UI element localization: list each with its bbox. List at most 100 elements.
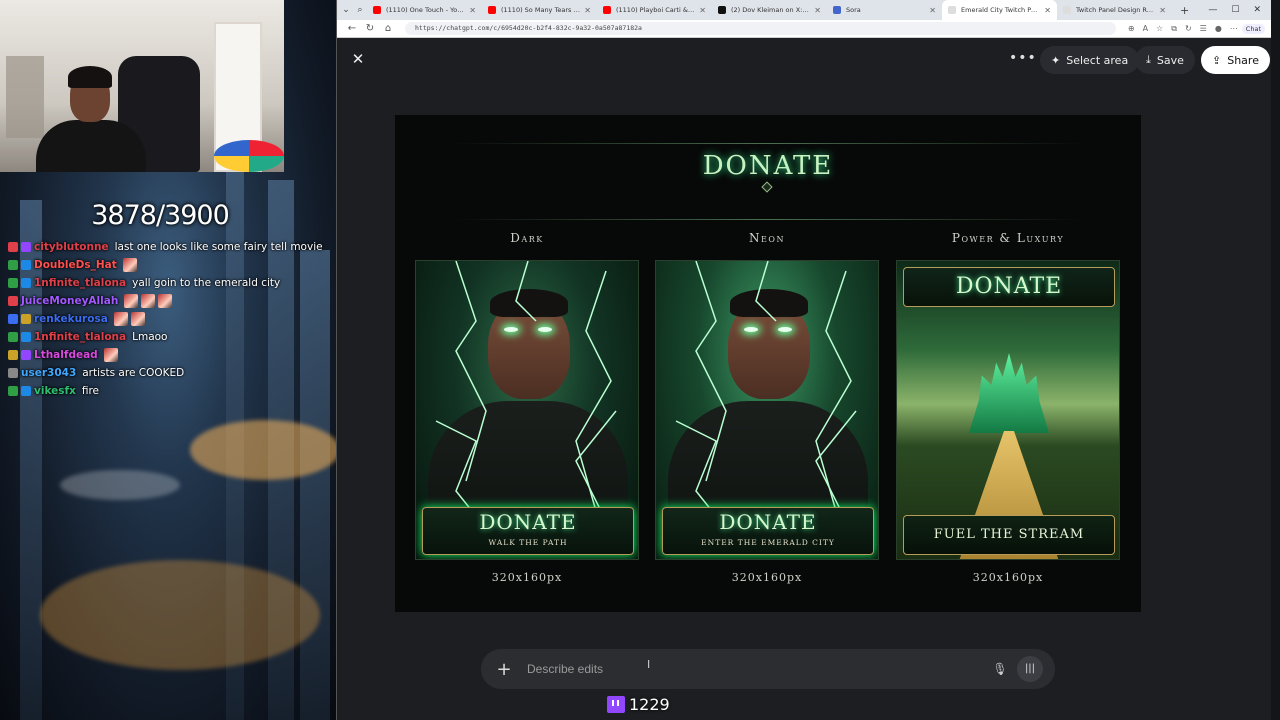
emote-icon	[113, 312, 128, 326]
download-icon: ⤓	[1146, 53, 1151, 66]
panel-preview-neon: DONATE ENTER THE EMERALD CITY	[655, 260, 879, 560]
tab-search-icon[interactable]: ⌕	[353, 5, 367, 15]
browser-tab[interactable]: (2) Dov Kleiman on X: "BREAKING ✕	[712, 0, 827, 20]
browser-tab[interactable]: (1110) One Touch - YouTube ✕	[367, 0, 482, 20]
save-button[interactable]: ⤓ Save	[1135, 46, 1195, 74]
zoom-icon[interactable]: ⊕	[1128, 24, 1135, 33]
collections-icon[interactable]: ☰	[1200, 24, 1207, 33]
tab-close-icon[interactable]: ✕	[584, 6, 591, 15]
tab-favicon-icon	[603, 6, 611, 14]
emote-icon	[158, 294, 173, 308]
chat-username[interactable]: JuiceMoneyAllah	[21, 292, 118, 310]
chat-badges	[8, 242, 31, 252]
chat-badges	[8, 260, 31, 270]
select-area-label: Select area	[1066, 53, 1129, 67]
prompt-bar: + 🎙 |||	[481, 649, 1055, 689]
maximize-icon[interactable]: ☐	[1231, 5, 1239, 15]
tab-favicon-icon	[718, 6, 726, 14]
city-light	[190, 420, 336, 480]
more-options-icon[interactable]: •••	[1009, 50, 1037, 66]
badge-icon	[8, 242, 18, 252]
image-editor: ✕ ••• ✦ Select area ⤓ Save ⇪ Share DONAT…	[337, 38, 1272, 720]
share-button[interactable]: ⇪ Share	[1201, 46, 1270, 74]
panel-dimensions: 320x160px	[972, 571, 1044, 584]
new-tab-button[interactable]: +	[1172, 4, 1197, 17]
tab-close-icon[interactable]: ✕	[929, 6, 936, 15]
badge-icon	[21, 242, 31, 252]
extensions-icon[interactable]: ⧉	[1171, 24, 1177, 34]
close-icon[interactable]: ✕	[349, 50, 367, 68]
tabs: (1110) One Touch - YouTube✕(1110) So Man…	[367, 0, 1172, 20]
share-label: Share	[1227, 53, 1259, 67]
badge-icon	[21, 332, 31, 342]
reload-icon[interactable]: ↻	[361, 23, 379, 34]
add-attachment-icon[interactable]: +	[493, 659, 515, 680]
tab-close-icon[interactable]: ✕	[814, 6, 821, 15]
tab-title: (1110) One Touch - YouTube	[386, 6, 465, 14]
chat-username[interactable]: cityblutonne	[34, 238, 109, 256]
tab-close-icon[interactable]: ✕	[1159, 6, 1166, 15]
stream-overlay: 3878/3900 cityblutonne last one looks lik…	[0, 0, 336, 720]
url-field[interactable]: https://chatgpt.com/c/6954d20c-b2f4-832c…	[405, 22, 1116, 35]
favorite-icon[interactable]: ☆	[1156, 24, 1163, 33]
voice-mode-icon[interactable]: |||	[1017, 656, 1043, 682]
browser-tab[interactable]: Sora ✕	[827, 0, 942, 20]
browser-tab[interactable]: (1110) So Many Tears - YouTube ✕	[482, 0, 597, 20]
city-light	[40, 560, 320, 670]
banner-subtitle: ENTER THE EMERALD CITY	[701, 538, 835, 547]
variant-label: Dark	[510, 231, 544, 245]
close-window-icon[interactable]: ✕	[1253, 5, 1261, 15]
chat-username[interactable]: Lthalfdead	[34, 346, 98, 364]
tab-title: Twitch Panel Design Request	[1076, 6, 1155, 14]
tab-close-icon[interactable]: ✕	[469, 6, 476, 15]
browser-tab[interactable]: Twitch Panel Design Request ✕	[1057, 0, 1172, 20]
chat-username[interactable]: user3043	[21, 364, 76, 382]
more-icon[interactable]: ⋯	[1230, 24, 1238, 33]
tab-title: Sora	[846, 6, 861, 14]
emote-icon	[124, 294, 139, 308]
ornament	[761, 181, 773, 193]
streamer-body	[36, 120, 146, 172]
back-icon[interactable]: ←	[343, 23, 361, 34]
chat-username[interactable]: renkekurosa	[34, 310, 108, 328]
save-label: Save	[1156, 53, 1184, 67]
chat-text: last one looks like some fairy tell movi…	[115, 238, 323, 256]
tab-list-icon[interactable]: ⌄	[339, 5, 353, 15]
banner-title: DONATE	[955, 274, 1063, 299]
chat-text: yall goin to the emerald city	[132, 274, 323, 292]
panel-preview-dark: DONATE WALK THE PATH	[415, 260, 639, 560]
shelf	[6, 56, 44, 138]
chat-username[interactable]: 1nfinite_tlalona	[34, 274, 126, 292]
chat-text: artists are COOKED	[82, 364, 323, 382]
browser-tab[interactable]: Emerald City Twitch Panel ✕	[942, 0, 1057, 20]
chat-badges	[8, 350, 31, 360]
generated-image[interactable]: DONATE Dark DONATE WALK THE PATH 320x160px N…	[395, 115, 1141, 612]
browser-tab[interactable]: (1110) Playboi Carti & The Weeknd ✕	[597, 0, 712, 20]
chat-badges	[8, 332, 31, 342]
banner-subtitle: WALK THE PATH	[488, 538, 568, 547]
home-icon[interactable]: ⌂	[379, 23, 397, 34]
variant-label: Power & Luxury	[951, 231, 1065, 245]
refresh-page-icon[interactable]: ↻	[1185, 24, 1192, 33]
chat-username[interactable]: DoubleDs_Hat	[34, 256, 117, 274]
microphone-icon[interactable]: 🎙	[987, 662, 1013, 676]
share-icon: ⇪	[1212, 53, 1222, 67]
profile-icon[interactable]: ●	[1215, 24, 1222, 33]
minimize-icon[interactable]: —	[1208, 5, 1217, 15]
describe-edits-input[interactable]	[527, 662, 987, 676]
banner: DONATE ENTER THE EMERALD CITY	[662, 507, 874, 555]
banner-subtitle: FUEL THE STREAM	[933, 527, 1085, 542]
copilot-chat-button[interactable]: Chat	[1241, 23, 1265, 34]
chat-username[interactable]: 1nfinite_tlalona	[34, 328, 126, 346]
tab-close-icon[interactable]: ✕	[699, 6, 706, 15]
chat-text	[124, 292, 323, 310]
badge-icon	[21, 260, 31, 270]
chat-text	[113, 310, 323, 328]
chat-text: fire	[82, 382, 323, 400]
select-area-button[interactable]: ✦ Select area	[1040, 46, 1140, 74]
chat-message: vikesfx fire	[8, 382, 323, 400]
emote-icon	[103, 348, 118, 362]
tab-close-icon[interactable]: ✕	[1044, 6, 1051, 15]
read-aloud-icon[interactable]: A	[1143, 24, 1148, 33]
chat-username[interactable]: vikesfx	[34, 382, 76, 400]
